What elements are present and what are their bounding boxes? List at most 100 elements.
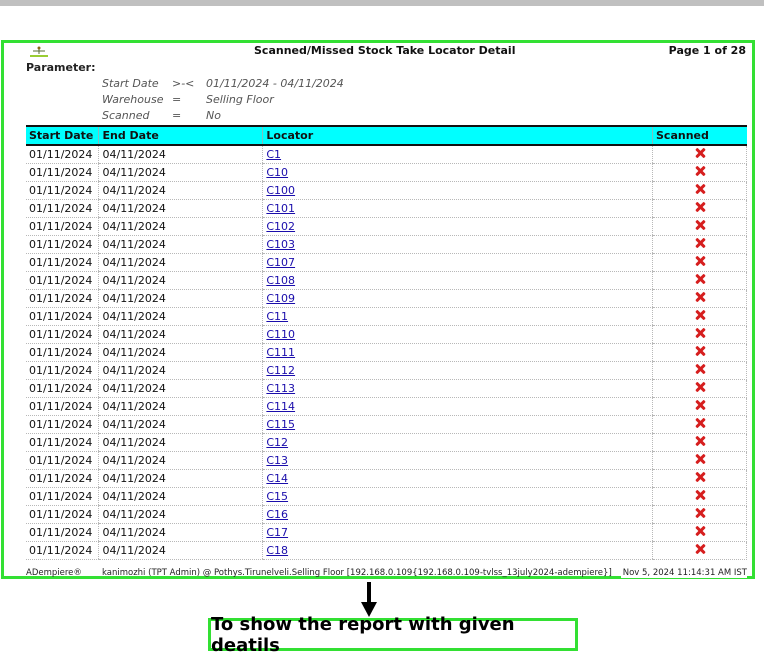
- cell-locator: C15: [262, 487, 653, 506]
- red-x-icon: [695, 292, 705, 302]
- cell-locator: C1: [262, 145, 653, 164]
- cell-locator: C112: [262, 361, 653, 380]
- cell-scanned: [652, 181, 747, 200]
- footer-timestamp: Nov 5, 2024 11:14:31 AM IST: [620, 568, 747, 578]
- report-title: Scanned/Missed Stock Take Locator Detail: [254, 44, 516, 57]
- cell-start-date: 01/11/2024: [26, 163, 99, 182]
- cell-end-date: 04/11/2024: [98, 343, 263, 362]
- red-x-icon: [695, 364, 705, 374]
- locator-link[interactable]: C14: [266, 472, 288, 485]
- cell-locator: C115: [262, 415, 653, 434]
- cell-end-date: 04/11/2024: [98, 163, 263, 182]
- locator-link[interactable]: C1: [266, 148, 281, 161]
- cell-start-date: 01/11/2024: [26, 289, 99, 308]
- red-x-icon: [695, 328, 705, 338]
- table-row: 01/11/2024 04/11/2024 C10: [26, 163, 747, 182]
- column-header-scanned[interactable]: Scanned: [652, 125, 747, 146]
- locator-link[interactable]: C111: [266, 346, 295, 359]
- cell-end-date: 04/11/2024: [98, 487, 263, 506]
- locator-link[interactable]: C17: [266, 526, 288, 539]
- locator-link[interactable]: C115: [266, 418, 295, 431]
- parameter-value: 01/11/2024 - 04/11/2024: [206, 77, 344, 90]
- red-x-icon: [695, 166, 705, 176]
- cell-end-date: 04/11/2024: [98, 415, 263, 434]
- cell-start-date: 01/11/2024: [26, 307, 99, 326]
- locator-link[interactable]: C101: [266, 202, 295, 215]
- cell-start-date: 01/11/2024: [26, 505, 99, 524]
- cell-scanned: [652, 469, 747, 488]
- locator-link[interactable]: C110: [266, 328, 295, 341]
- table-row: 01/11/2024 04/11/2024 C18: [26, 541, 747, 560]
- locator-link[interactable]: C108: [266, 274, 295, 287]
- red-x-icon: [695, 184, 705, 194]
- cell-locator: C13: [262, 451, 653, 470]
- table-row: 01/11/2024 04/11/2024 C102: [26, 217, 747, 236]
- locator-link[interactable]: C107: [266, 256, 295, 269]
- cell-locator: C14: [262, 469, 653, 488]
- locator-link[interactable]: C18: [266, 544, 288, 557]
- cell-scanned: [652, 523, 747, 542]
- cell-scanned: [652, 541, 747, 560]
- red-x-icon: [695, 508, 705, 518]
- locator-link[interactable]: C103: [266, 238, 295, 251]
- parameter-row: Warehouse = Selling Floor: [102, 92, 344, 108]
- cell-start-date: 01/11/2024: [26, 235, 99, 254]
- locator-link[interactable]: C114: [266, 400, 295, 413]
- cell-locator: C111: [262, 343, 653, 362]
- cell-end-date: 04/11/2024: [98, 325, 263, 344]
- locator-link[interactable]: C15: [266, 490, 288, 503]
- table-row: 01/11/2024 04/11/2024 C113: [26, 379, 747, 398]
- cell-locator: C113: [262, 379, 653, 398]
- cell-start-date: 01/11/2024: [26, 451, 99, 470]
- table-row: 01/11/2024 04/11/2024 C17: [26, 523, 747, 542]
- cell-scanned: [652, 361, 747, 380]
- cell-end-date: 04/11/2024: [98, 271, 263, 290]
- cell-end-date: 04/11/2024: [98, 433, 263, 452]
- cell-start-date: 01/11/2024: [26, 397, 99, 416]
- cell-locator: C107: [262, 253, 653, 272]
- cell-start-date: 01/11/2024: [26, 145, 99, 164]
- parameter-name: Scanned: [102, 109, 150, 122]
- cell-start-date: 01/11/2024: [26, 217, 99, 236]
- cell-scanned: [652, 505, 747, 524]
- cell-locator: C101: [262, 199, 653, 218]
- cell-scanned: [652, 433, 747, 452]
- table-row: 01/11/2024 04/11/2024 C15: [26, 487, 747, 506]
- red-x-icon: [695, 238, 705, 248]
- cell-locator: C110: [262, 325, 653, 344]
- locator-link[interactable]: C109: [266, 292, 295, 305]
- cell-start-date: 01/11/2024: [26, 325, 99, 344]
- cell-scanned: [652, 325, 747, 344]
- column-header-start-date[interactable]: Start Date: [26, 125, 99, 146]
- cell-locator: C103: [262, 235, 653, 254]
- table-row: 01/11/2024 04/11/2024 C111: [26, 343, 747, 362]
- locator-link[interactable]: C13: [266, 454, 288, 467]
- parameter-list: Start Date >-< 01/11/2024 - 04/11/2024 W…: [102, 76, 344, 124]
- cell-start-date: 01/11/2024: [26, 487, 99, 506]
- table-row: 01/11/2024 04/11/2024 C1: [26, 145, 747, 164]
- cell-end-date: 04/11/2024: [98, 145, 263, 164]
- locator-link[interactable]: C112: [266, 364, 295, 377]
- locator-link[interactable]: C100: [266, 184, 295, 197]
- column-header-end-date[interactable]: End Date: [98, 125, 263, 146]
- red-x-icon: [695, 256, 705, 266]
- table-row: 01/11/2024 04/11/2024 C103: [26, 235, 747, 254]
- cell-start-date: 01/11/2024: [26, 361, 99, 380]
- locator-link[interactable]: C10: [266, 166, 288, 179]
- column-header-locator[interactable]: Locator: [262, 125, 653, 146]
- locator-link[interactable]: C113: [266, 382, 295, 395]
- report-table: Start Date End Date Locator Scanned 01/1…: [26, 125, 747, 560]
- locator-link[interactable]: C16: [266, 508, 288, 521]
- cell-locator: C12: [262, 433, 653, 452]
- cell-end-date: 04/11/2024: [98, 289, 263, 308]
- cell-scanned: [652, 487, 747, 506]
- cell-locator: C102: [262, 217, 653, 236]
- locator-link[interactable]: C11: [266, 310, 288, 323]
- parameter-operator: >-<: [172, 77, 195, 90]
- table-row: 01/11/2024 04/11/2024 C115: [26, 415, 747, 434]
- cell-scanned: [652, 451, 747, 470]
- parameter-operator: =: [172, 109, 182, 122]
- locator-link[interactable]: C12: [266, 436, 288, 449]
- locator-link[interactable]: C102: [266, 220, 295, 233]
- table-row: 01/11/2024 04/11/2024 C16: [26, 505, 747, 524]
